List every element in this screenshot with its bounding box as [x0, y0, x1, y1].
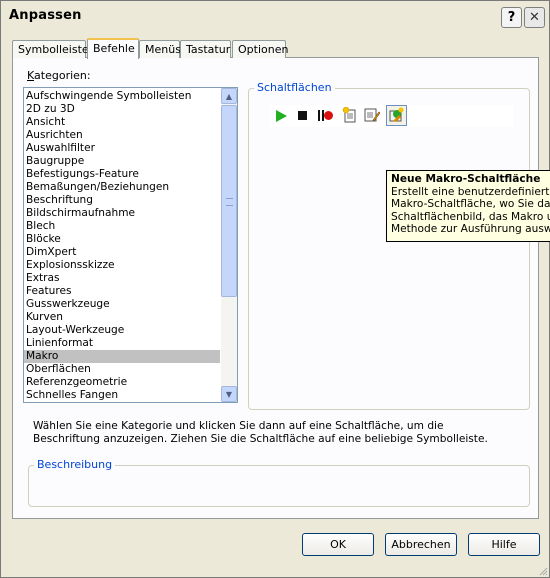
scroll-down-button[interactable]: ▼	[221, 386, 237, 402]
edit-macro-icon[interactable]	[364, 107, 381, 123]
tooltip-line: Erstellt eine benutzerdefinierte	[391, 185, 550, 198]
close-icon: ✕	[529, 10, 540, 25]
category-item[interactable]: Befestigungs-Feature	[24, 168, 220, 181]
tooltip: Neue Makro-Schaltfläche Erstellt eine be…	[386, 170, 550, 242]
description-title: Beschreibung	[34, 458, 116, 471]
category-item[interactable]: Kurven	[24, 311, 220, 324]
vertical-scrollbar[interactable]: ▲ ▼	[221, 88, 237, 402]
categories-list: Aufschwingende Symbolleisten 2D zu 3D Ansi…	[24, 90, 220, 402]
scroll-up-button[interactable]: ▲	[221, 88, 237, 104]
category-item[interactable]: Features	[24, 285, 220, 298]
grip-icon	[226, 198, 233, 206]
categories-listbox[interactable]: Aufschwingende Symbolleisten 2D zu 3D Ansi…	[23, 87, 238, 403]
tooltip-line: Makro-Schaltfläche, wo Sie das	[391, 198, 550, 210]
category-item[interactable]: Ansicht	[24, 116, 220, 129]
category-item[interactable]: Blöcke	[24, 233, 220, 246]
category-item[interactable]: Oberflächen	[24, 363, 220, 376]
category-item[interactable]: DimXpert	[24, 246, 220, 259]
button-toolbar	[270, 105, 513, 127]
tab-tastatur[interactable]: Tastatur	[180, 40, 231, 58]
category-item[interactable]: Bemaßungen/Beziehungen	[24, 181, 220, 194]
category-item[interactable]: Beschriftung	[24, 194, 220, 207]
question-mark-icon: ?	[507, 10, 516, 25]
categories-label: Kategorien:	[27, 69, 91, 82]
category-item[interactable]: Gusswerkzeuge	[24, 298, 220, 311]
ok-button[interactable]: OK	[302, 533, 374, 556]
category-item[interactable]: Bildschirmaufnahme	[24, 207, 220, 220]
chevron-down-icon: ▼	[225, 389, 233, 399]
chevron-up-icon: ▲	[225, 91, 233, 101]
category-item[interactable]: Baugruppe	[24, 155, 220, 168]
tab-menues[interactable]: Menüs	[139, 40, 181, 58]
run-macro-icon[interactable]	[276, 110, 287, 122]
buttons-groupbox	[248, 88, 530, 410]
tooltip-title: Neue Makro-Schaltfläche	[391, 173, 541, 185]
title-bar[interactable]: Anpassen ? ✕	[1, 1, 549, 31]
category-item[interactable]: Explosionsskizze	[24, 259, 220, 272]
tooltip-line: Methode zur Ausführung auswäh	[391, 223, 550, 235]
cancel-button[interactable]: Abbrechen	[385, 533, 457, 556]
tab-symbolleisten[interactable]: Symbolleisten	[12, 40, 96, 58]
category-item[interactable]: Extras	[24, 272, 220, 285]
category-item[interactable]: 2D zu 3D	[24, 103, 220, 116]
close-title-button[interactable]: ✕	[524, 7, 545, 28]
category-item[interactable]: Linienformat	[24, 337, 220, 350]
dialog-title: Anpassen	[9, 8, 82, 23]
tab-befehle[interactable]: Befehle	[87, 38, 139, 59]
description-groupbox	[28, 465, 530, 507]
category-item[interactable]: Aufschwingende Symbolleisten	[24, 90, 220, 103]
help-title-button[interactable]: ?	[501, 7, 522, 28]
instructions-text: Wählen Sie eine Kategorie und klicken Si…	[33, 420, 488, 445]
buttons-group-title: Schaltflächen	[254, 81, 335, 94]
new-macro-button-icon[interactable]	[386, 105, 407, 126]
category-item[interactable]: Auswahlfilter	[24, 142, 220, 155]
resize-grip-icon[interactable]	[538, 566, 548, 576]
pause-record-macro-icon[interactable]	[318, 109, 334, 123]
category-item[interactable]: Referenzgeometrie	[24, 376, 220, 389]
tooltip-line: Schaltflächenbild, das Makro und	[391, 210, 550, 223]
category-item[interactable]: Makro	[24, 350, 220, 363]
category-item[interactable]: Layout-Werkzeuge	[24, 324, 220, 337]
category-item[interactable]: Schnelles Fangen	[24, 389, 220, 402]
new-macro-icon[interactable]	[342, 106, 358, 123]
stop-macro-icon[interactable]	[298, 111, 307, 120]
category-item[interactable]: Blech	[24, 220, 220, 233]
help-button[interactable]: Hilfe	[468, 533, 540, 556]
scroll-thumb[interactable]	[221, 105, 237, 297]
tab-optionen[interactable]: Optionen	[232, 40, 288, 58]
category-item[interactable]: Ausrichten	[24, 129, 220, 142]
